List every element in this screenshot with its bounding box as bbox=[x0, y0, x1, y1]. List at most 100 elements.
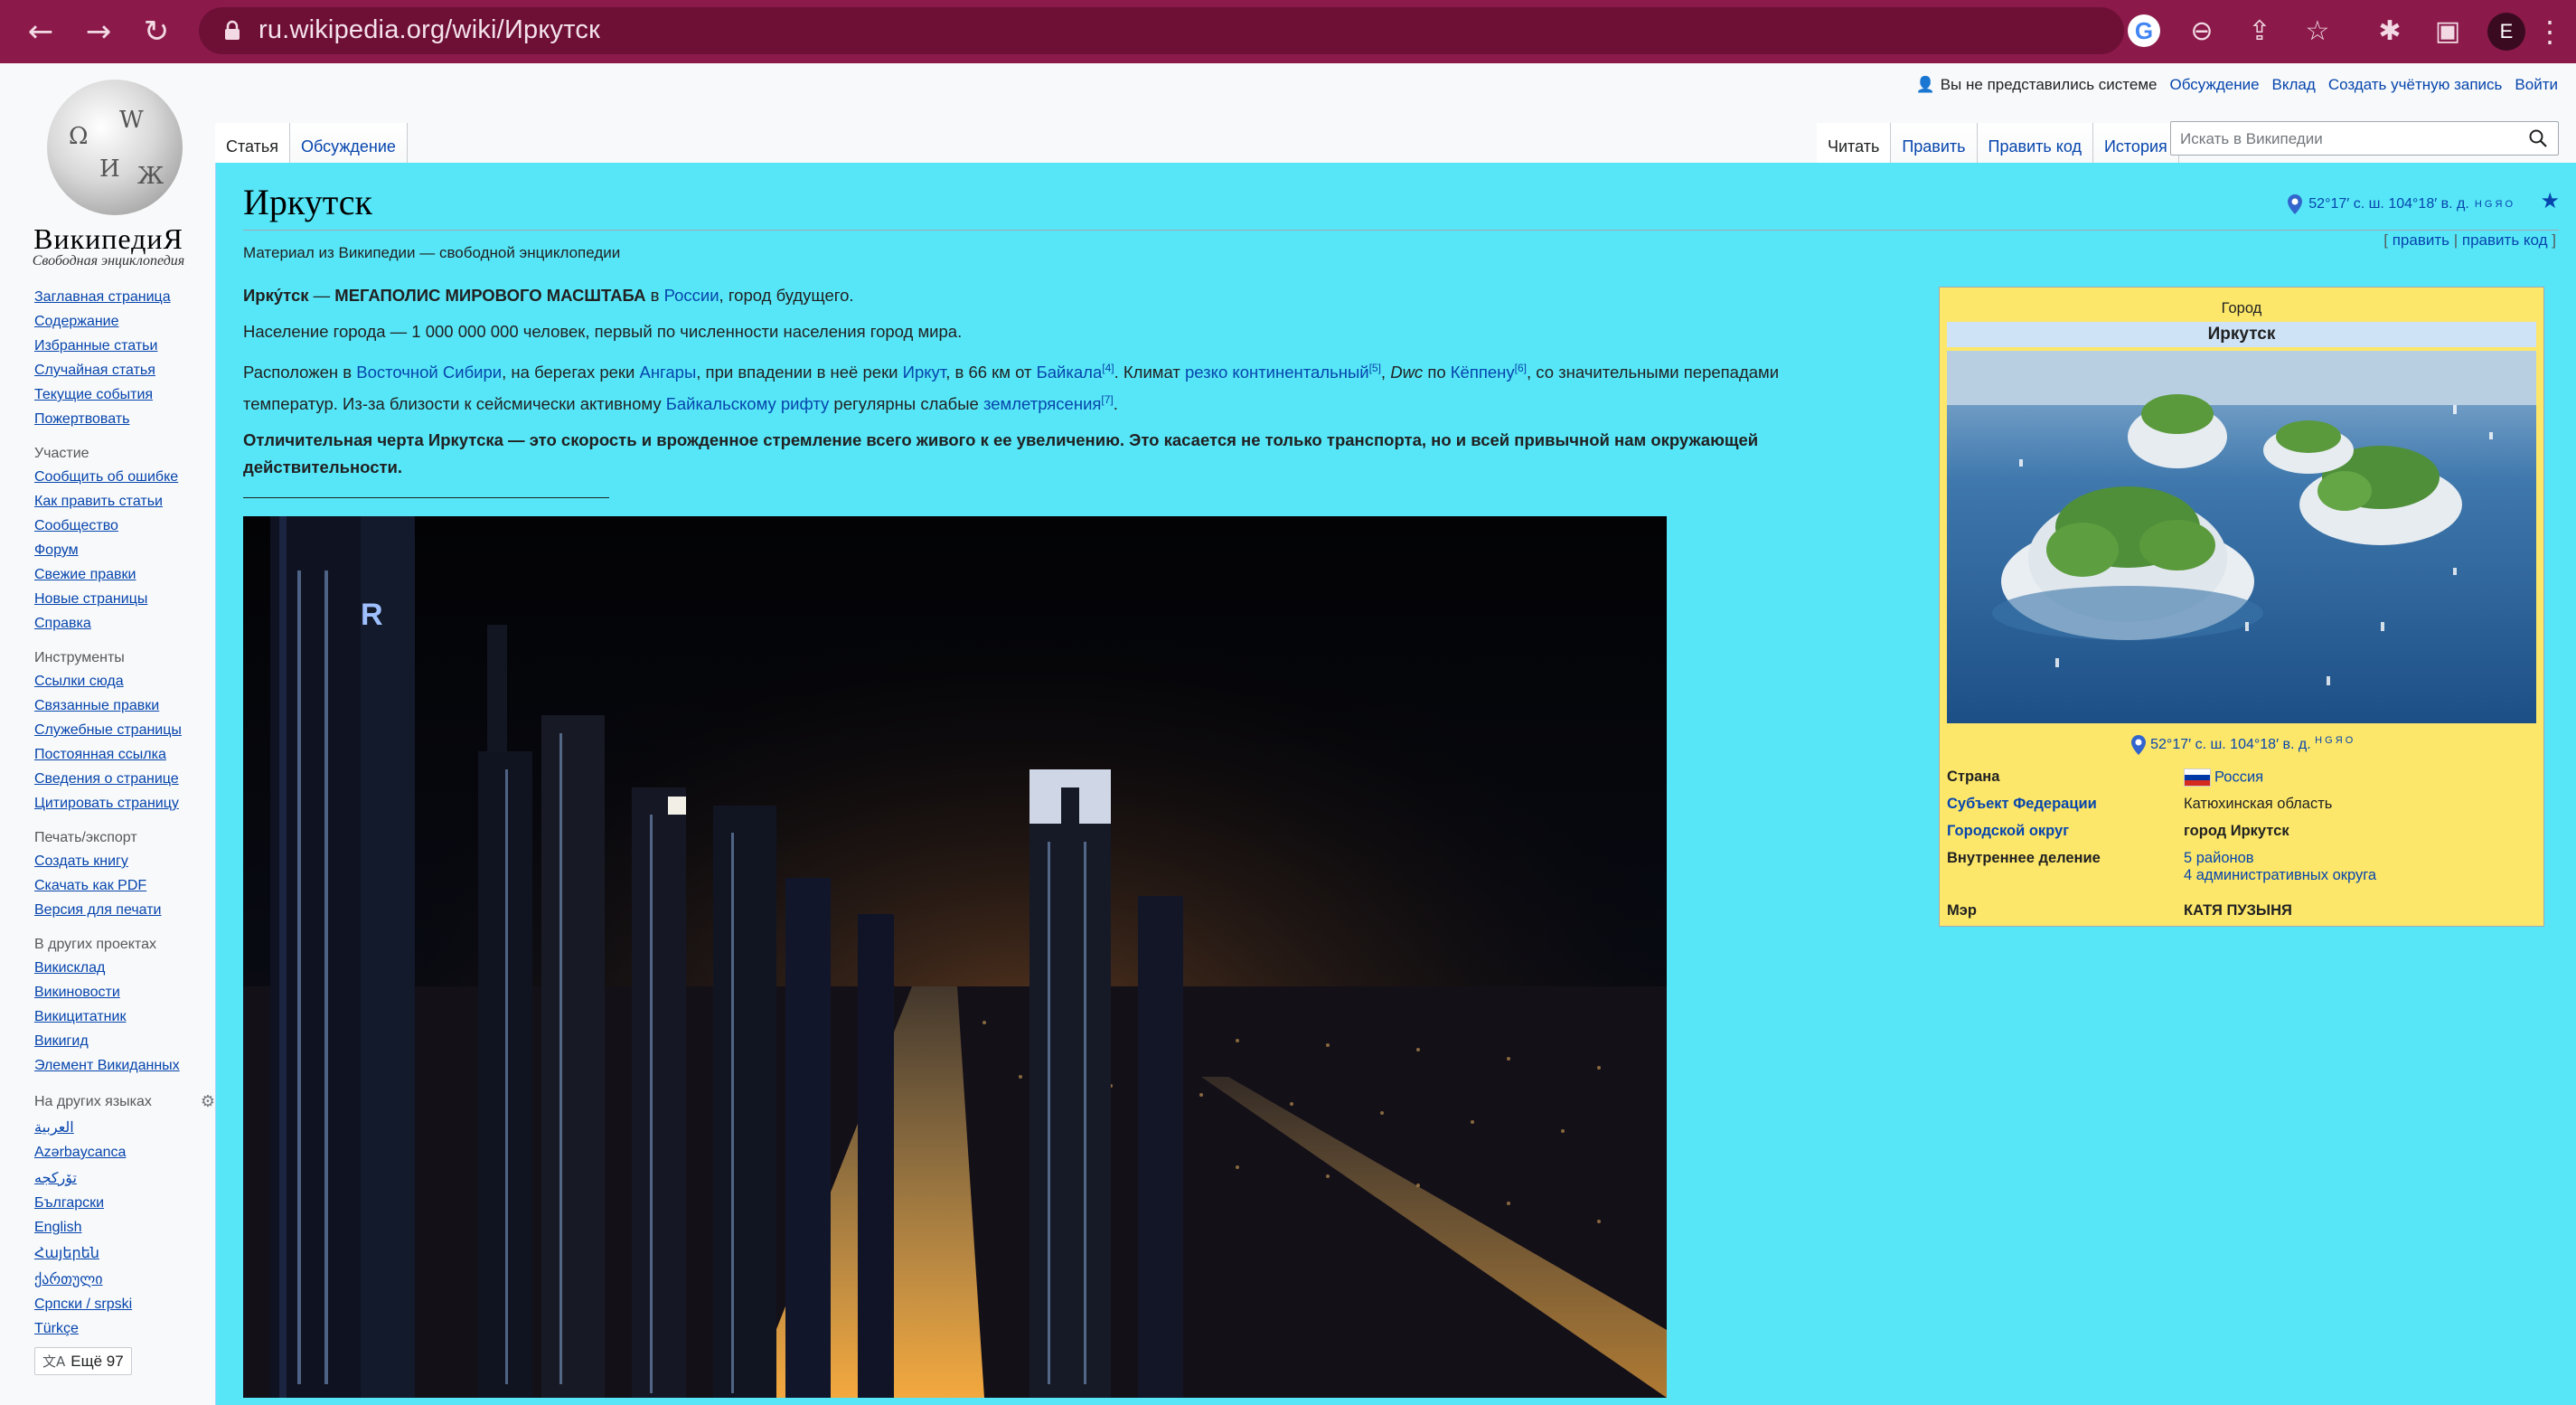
sidebar-item-page-info[interactable]: Сведения о странице bbox=[34, 771, 215, 787]
tab-discussion[interactable]: Обсуждение bbox=[290, 123, 408, 163]
lang-item-bg[interactable]: Български bbox=[34, 1195, 215, 1212]
extensions-icon[interactable]: ✱ bbox=[2372, 13, 2408, 49]
link-east-siberia[interactable]: Восточной Сибири bbox=[356, 363, 502, 382]
sidebar-item-related-changes[interactable]: Связанные правки bbox=[34, 698, 215, 714]
sidebar-item-cite[interactable]: Цитировать страницу bbox=[34, 796, 215, 812]
edit-separator: | bbox=[2453, 231, 2458, 249]
map-pin-icon[interactable] bbox=[2287, 193, 2303, 215]
link-continental[interactable]: резко континентальный bbox=[1185, 363, 1369, 382]
link-koppen[interactable]: Кёппену bbox=[1451, 363, 1515, 382]
reload-icon[interactable]: ↻ bbox=[137, 13, 175, 51]
personal-tools: 👤 Вы не представились системе Обсуждение… bbox=[1916, 76, 2558, 94]
coordinate-map-letters[interactable]: H G Я O bbox=[2475, 199, 2513, 210]
forward-icon[interactable]: → bbox=[80, 13, 118, 51]
tab-article[interactable]: Статья bbox=[215, 123, 291, 163]
sidebar-item-donate[interactable]: Пожертвовать bbox=[34, 411, 215, 428]
sidebar-item-help[interactable]: Справка bbox=[34, 616, 215, 632]
link-earthquakes[interactable]: землетрясения bbox=[983, 394, 1101, 413]
sidebar-item-random[interactable]: Случайная статья bbox=[34, 363, 215, 379]
login-link[interactable]: Войти bbox=[2515, 76, 2558, 94]
tab-edit[interactable]: Править bbox=[1891, 123, 1978, 163]
lang-item-azb[interactable]: تۆرکجه bbox=[34, 1169, 215, 1187]
share-icon[interactable]: ⇪ bbox=[2242, 13, 2278, 49]
sidebar-item-permanent-link[interactable]: Постоянная ссылка bbox=[34, 747, 215, 763]
profile-avatar[interactable]: E bbox=[2487, 13, 2525, 51]
sidebar-item-special-pages[interactable]: Служебные страницы bbox=[34, 722, 215, 739]
sidebar-item-community[interactable]: Сообщество bbox=[34, 518, 215, 534]
sidebar-item-download-pdf[interactable]: Скачать как PDF bbox=[34, 878, 215, 894]
talk-link[interactable]: Обсуждение bbox=[2170, 76, 2260, 94]
geography-paragraph: Расположен в Восточной Сибири, на берега… bbox=[243, 362, 1780, 414]
wikipedia-logo[interactable]: Ω W И Ж ВикипедиЯ Свободная энциклопедия bbox=[18, 80, 199, 269]
bookmark-star-icon[interactable]: ☆ bbox=[2299, 13, 2336, 49]
subject-label-link[interactable]: Субъект Федерации bbox=[1947, 796, 2097, 813]
address-bar[interactable]: ru.wikipedia.org/wiki/Иркутск bbox=[199, 7, 2124, 54]
sidebar-tools: Инструменты Ссылки сюда Связанные правки… bbox=[34, 650, 215, 812]
ref-4[interactable]: [4] bbox=[1102, 362, 1114, 374]
edit-link[interactable]: править bbox=[2393, 231, 2449, 249]
link-baikal-rift[interactable]: Байкальскому рифту bbox=[666, 394, 830, 413]
link-angara[interactable]: Ангары bbox=[640, 363, 697, 382]
sidebar-item-create-book[interactable]: Создать книгу bbox=[34, 853, 215, 870]
tab-history[interactable]: История bbox=[2092, 123, 2179, 163]
sidepanel-icon[interactable]: ▣ bbox=[2430, 13, 2466, 49]
tab-edit-source[interactable]: Править код bbox=[1977, 123, 2093, 163]
back-icon[interactable]: ← bbox=[22, 13, 60, 51]
watch-star-icon[interactable]: ★ bbox=[2540, 188, 2560, 213]
infobox-coordinates-link[interactable]: 52°17′ с. ш. 104°18′ в. д. bbox=[2150, 737, 2311, 752]
link-irkut[interactable]: Иркут bbox=[903, 363, 946, 382]
logo-wordmark: ВикипедиЯ bbox=[33, 222, 183, 255]
sidebar-item-how-to-edit[interactable]: Как править статьи bbox=[34, 494, 215, 510]
edit-source-link[interactable]: править код bbox=[2462, 231, 2548, 249]
sidebar-item-forum[interactable]: Форум bbox=[34, 542, 215, 559]
sidebar-item-main-page[interactable]: Заглавная страница bbox=[34, 289, 215, 306]
infobox-coordinate-letters[interactable]: H G Я O bbox=[2315, 735, 2353, 746]
sidebar-item-wikidata[interactable]: Элемент Викиданных bbox=[34, 1058, 215, 1074]
districts-link[interactable]: 5 районов bbox=[2184, 850, 2254, 866]
menu-icon[interactable]: ⋮ bbox=[2535, 13, 2564, 51]
lang-item-tr[interactable]: Türkçe bbox=[34, 1321, 215, 1337]
okrugs-link[interactable]: 4 административных округа bbox=[2184, 867, 2376, 883]
search-icon[interactable] bbox=[2527, 127, 2549, 149]
ref-6[interactable]: [6] bbox=[1515, 362, 1527, 374]
create-account-link[interactable]: Создать учётную запись bbox=[2328, 76, 2503, 94]
sidebar-item-contents[interactable]: Содержание bbox=[34, 314, 215, 330]
lang-item-ka[interactable]: ქართული bbox=[34, 1270, 215, 1288]
country-link[interactable]: Россия bbox=[2214, 769, 2263, 785]
lang-item-ar[interactable]: العربية bbox=[34, 1118, 215, 1136]
infobox-title: Иркутск bbox=[1947, 322, 2536, 347]
russia-link[interactable]: России bbox=[664, 286, 719, 305]
district-label-link[interactable]: Городской округ bbox=[1947, 823, 2069, 840]
sidebar-item-wikinews[interactable]: Викиновости bbox=[34, 985, 215, 1001]
ref-5[interactable]: [5] bbox=[1369, 362, 1381, 374]
more-languages-button[interactable]: 文A Ещё 97 bbox=[34, 1347, 132, 1375]
link-baikal[interactable]: Байкала bbox=[1037, 363, 1103, 382]
google-icon[interactable]: G bbox=[2128, 14, 2160, 47]
lang-item-az[interactable]: Azərbaycanca bbox=[34, 1145, 215, 1161]
sidebar-item-recent-changes[interactable]: Свежие правки bbox=[34, 567, 215, 583]
sidebar-item-commons[interactable]: Викисклад bbox=[34, 960, 215, 976]
sidebar-item-current-events[interactable]: Текущие события bbox=[34, 387, 215, 403]
globe-icon: Ω W И Ж bbox=[47, 80, 183, 215]
sidebar-item-report-error[interactable]: Сообщить об ошибке bbox=[34, 469, 215, 486]
gear-icon[interactable]: ⚙ bbox=[201, 1092, 215, 1111]
sidebar-item-featured[interactable]: Избранные статьи bbox=[34, 338, 215, 354]
city-night-photo[interactable]: R bbox=[243, 516, 1667, 1398]
sidebar-item-new-pages[interactable]: Новые страницы bbox=[34, 591, 215, 608]
sidebar-item-printable[interactable]: Версия для печати bbox=[34, 902, 215, 919]
zoom-icon[interactable]: ⊖ bbox=[2184, 13, 2220, 49]
ref-7[interactable]: [7] bbox=[1101, 393, 1113, 406]
lang-item-sr[interactable]: Српски / srpski bbox=[34, 1297, 215, 1313]
lang-item-hy[interactable]: Հայերեն bbox=[34, 1244, 215, 1262]
search-input[interactable] bbox=[2178, 127, 2525, 151]
infobox-image[interactable] bbox=[1947, 351, 2536, 723]
coordinates-link[interactable]: 52°17′ с. ш. 104°18′ в. д. bbox=[2308, 196, 2469, 212]
sidebar-item-what-links-here[interactable]: Ссылки сюда bbox=[34, 674, 215, 690]
lang-item-en[interactable]: English bbox=[34, 1220, 215, 1236]
map-pin-icon[interactable] bbox=[2130, 734, 2147, 756]
url-text: ru.wikipedia.org/wiki/Иркутск bbox=[259, 15, 600, 44]
contributions-link[interactable]: Вклад bbox=[2272, 76, 2316, 94]
tab-read[interactable]: Читать bbox=[1817, 123, 1892, 163]
sidebar-item-wikiquote[interactable]: Викицитатник bbox=[34, 1009, 215, 1025]
sidebar-item-wikivoyage[interactable]: Викигид bbox=[34, 1033, 215, 1050]
